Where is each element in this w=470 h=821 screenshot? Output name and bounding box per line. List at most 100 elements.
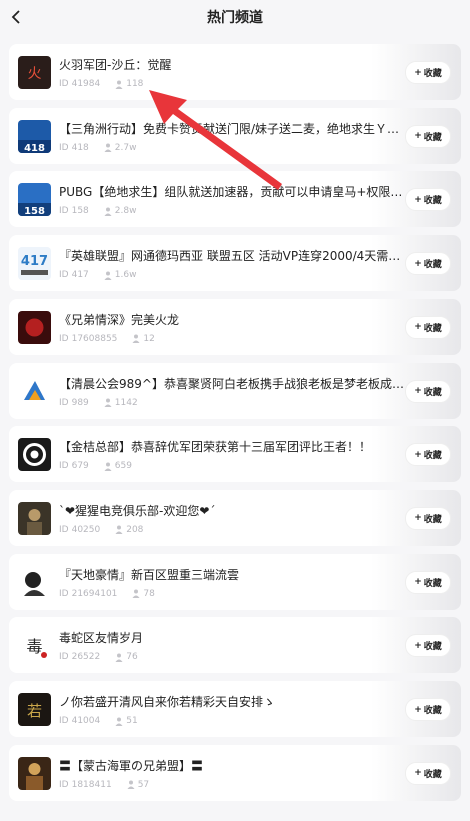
channel-meta: ID 417 1.6w [59, 270, 136, 280]
channel-meta: ID 26522 76 [59, 652, 138, 662]
channel-avatar [18, 438, 51, 472]
channel-name: 【三角洲行动】免费卡赞贡献送门限/妹子送二麦，绝地求生Ｙ１５８暗... [59, 121, 409, 136]
user-icon [115, 80, 123, 89]
member-count: 208 [126, 524, 144, 535]
svg-text:毒: 毒 [26, 637, 42, 656]
header: 热门频道 [0, 0, 470, 34]
channel-card[interactable]: ˋ❤猩猩电竞俱乐部-欢迎您❤ˊ ID 40250 208 + 收藏 [9, 489, 461, 546]
favorite-button[interactable]: + 收藏 [405, 379, 451, 403]
channel-meta: ID 40250 208 [59, 525, 143, 535]
channel-id: 679 [71, 461, 89, 472]
user-icon [104, 271, 112, 280]
channel-card[interactable]: 若 ノ你若盛开清风自来你若精彩天自安排ゝ ID 41004 51 + 收藏 [9, 681, 461, 737]
channel-avatar [18, 565, 51, 599]
svg-text:若: 若 [27, 702, 42, 720]
channel-id: 418 [71, 142, 89, 153]
member-count: 1.6w [114, 270, 137, 281]
favorite-button[interactable]: + 收藏 [405, 315, 451, 339]
member-count: 76 [126, 652, 138, 663]
favorite-label: 收藏 [423, 196, 442, 207]
channel-meta: ID 158 2.8w [59, 206, 136, 216]
favorite-label: 收藏 [423, 578, 442, 589]
plus-icon: + [414, 704, 422, 715]
favorite-button[interactable]: + 收藏 [405, 188, 451, 212]
favorite-label: 收藏 [423, 769, 442, 780]
id-label: ID [59, 397, 69, 408]
channel-meta: ID 679 659 [59, 461, 132, 471]
id-label: ID [59, 588, 69, 599]
channel-id: 989 [71, 397, 89, 408]
channel-meta: ID 17608855 12 [59, 334, 155, 344]
plus-icon: + [414, 577, 422, 588]
channel-name: 【金桔总部】恭喜辞优军团荣获第十三届军团评比王者！！ [59, 440, 372, 455]
member-count: 2.8w [114, 206, 137, 217]
favorite-button[interactable]: + 收藏 [405, 570, 451, 594]
plus-icon: + [414, 131, 422, 142]
user-icon [132, 589, 140, 599]
favorite-label: 收藏 [423, 642, 442, 653]
channel-meta: ID 21694101 78 [59, 589, 155, 599]
channel-id: 1818411 [71, 779, 112, 790]
channel-avatar [18, 374, 51, 408]
favorite-button[interactable]: + 收藏 [405, 61, 451, 84]
plus-icon: + [414, 67, 422, 78]
channel-avatar: 158 [18, 183, 51, 217]
channel-name: 《兄弟情深》完美火龙 [59, 312, 180, 327]
channel-card[interactable]: 〓【蒙古海軍の兄弟盟】〓 ID 1818411 57 + 收藏 [9, 744, 461, 801]
user-icon [115, 525, 123, 535]
back-button[interactable] [6, 6, 28, 28]
channel-meta: ID 41984 118 [59, 79, 143, 89]
plus-icon: + [414, 258, 422, 269]
plus-icon: + [414, 513, 422, 524]
channel-card[interactable]: 毒 毒蛇区友情岁月 ID 26522 76 + 收藏 [9, 617, 461, 674]
member-count: 659 [114, 461, 132, 472]
channel-id: 158 [71, 206, 89, 217]
favorite-button[interactable]: + 收藏 [405, 124, 451, 148]
channel-card[interactable]: 火 火羽军团-沙丘：觉醒 ID 41984 118 + 收藏 [9, 44, 461, 100]
channel-avatar [18, 501, 51, 535]
channel-name: 【清晨公会989^】恭喜聚贤阿白老板携手战狼老板是梦老板成功拿下王者 [59, 376, 409, 391]
user-icon [132, 334, 140, 344]
favorite-button[interactable]: + 收藏 [405, 761, 451, 785]
user-icon [104, 207, 112, 216]
member-count: 78 [143, 588, 155, 599]
id-label: ID [59, 461, 69, 472]
channel-card[interactable]: 417 『英雄联盟』网通德玛西亚 联盟五区 活动VP连穿2000/4天需要联系紫… [9, 235, 461, 292]
channel-name: PUBG【绝地求生】组队就送加速器，贡献可以申请皇马+权限+小窝~每... [59, 185, 409, 200]
user-icon [127, 780, 135, 790]
svg-text:158: 158 [24, 206, 45, 216]
id-label: ID [59, 779, 69, 790]
channel-card[interactable]: 【清晨公会989^】恭喜聚贤阿白老板携手战狼老板是梦老板成功拿下王者 ID 98… [9, 362, 461, 419]
channel-card[interactable]: 『天地豪情』新百区盟重三端流雲 ID 21694101 78 + 收藏 [9, 553, 461, 610]
channel-card[interactable]: 158 PUBG【绝地求生】组队就送加速器，贡献可以申请皇马+权限+小窝~每..… [9, 171, 461, 228]
favorite-button[interactable]: + 收藏 [405, 506, 451, 530]
favorite-label: 收藏 [423, 387, 442, 398]
plus-icon: + [414, 449, 422, 460]
favorite-button[interactable]: + 收藏 [405, 698, 451, 721]
channel-avatar [18, 310, 51, 344]
channel-name: 毒蛇区友情岁月 [59, 631, 144, 646]
favorite-button[interactable]: + 收藏 [405, 634, 451, 658]
channel-id: 41984 [71, 79, 101, 89]
id-label: ID [59, 142, 69, 153]
plus-icon: + [414, 640, 422, 651]
member-count: 2.7w [114, 142, 137, 153]
page-title: 热门频道 [207, 10, 263, 26]
channel-card[interactable]: 【金桔总部】恭喜辞优军团荣获第十三届军团评比王者！！ ID 679 659 + … [9, 426, 461, 483]
channel-meta: ID 41004 51 [59, 716, 138, 726]
channel-name: ノ你若盛开清风自来你若精彩天自安排ゝ [59, 695, 276, 709]
favorite-label: 收藏 [423, 514, 442, 525]
channel-card[interactable]: 《兄弟情深》完美火龙 ID 17608855 12 + 收藏 [9, 298, 461, 355]
channel-id: 41004 [71, 716, 101, 726]
id-label: ID [59, 652, 69, 663]
channel-card[interactable]: 418 【三角洲行动】免费卡赞贡献送门限/妹子送二麦，绝地求生Ｙ１５８暗... … [9, 107, 461, 164]
channel-name: 火羽军团-沙丘：觉醒 [59, 58, 172, 72]
channel-avatar: 418 [18, 119, 51, 153]
channel-avatar: 火 [18, 56, 51, 89]
favorite-button[interactable]: + 收藏 [405, 252, 451, 276]
member-count: 51 [126, 716, 138, 726]
channel-name: 『天地豪情』新百区盟重三端流雲 [59, 567, 240, 582]
channel-meta: ID 418 2.7w [59, 143, 136, 153]
channel-name: ˋ❤猩猩电竞俱乐部-欢迎您❤ˊ [59, 503, 216, 518]
favorite-button[interactable]: + 收藏 [405, 443, 451, 467]
